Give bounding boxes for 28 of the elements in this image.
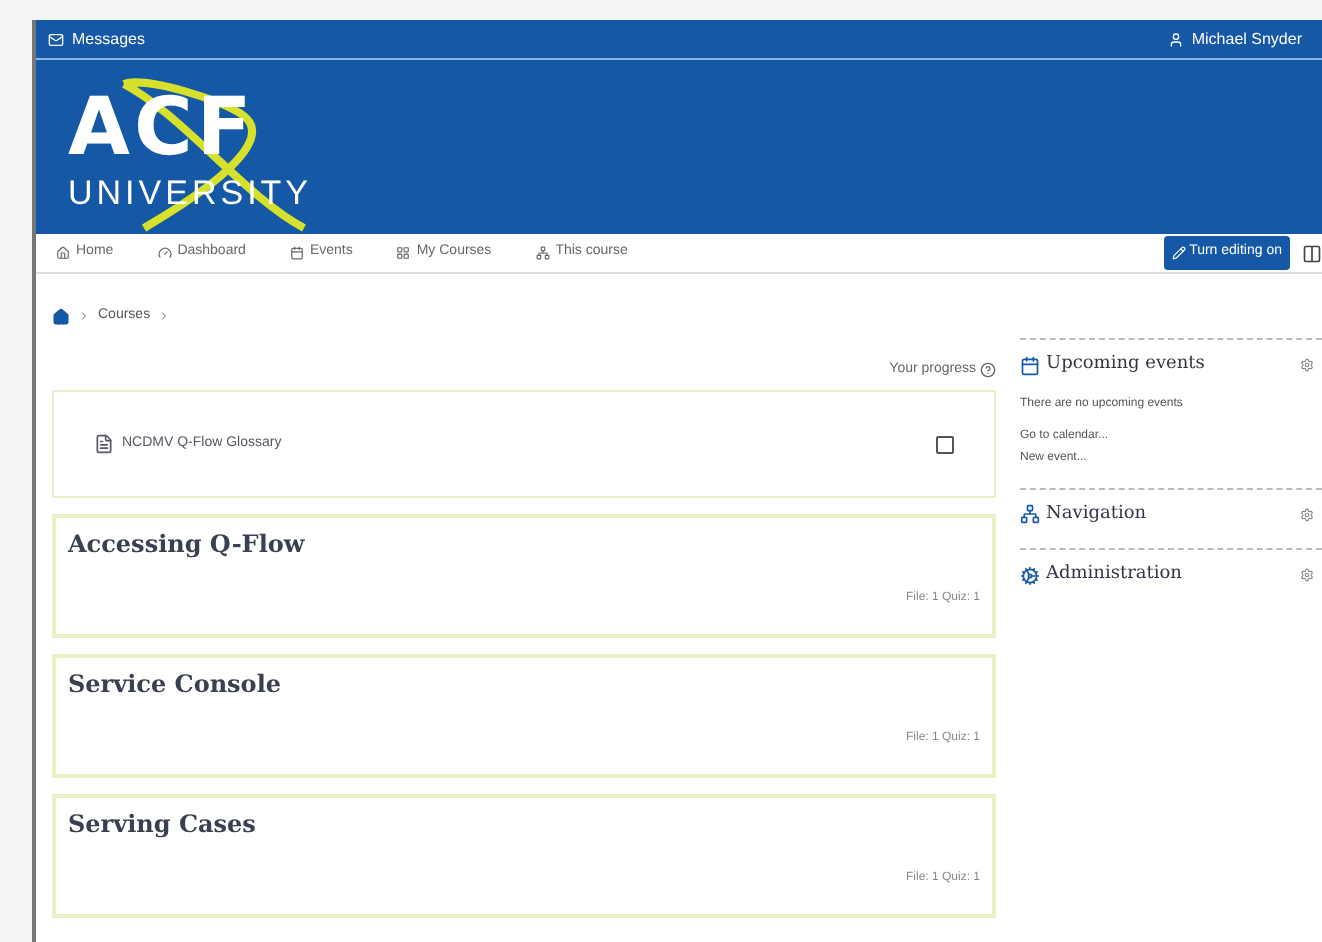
- document-icon: [94, 434, 114, 454]
- settings-icon[interactable]: [1300, 507, 1314, 522]
- settings-icon[interactable]: [1300, 568, 1314, 583]
- envelope-icon: [48, 31, 64, 47]
- settings-icon[interactable]: [1300, 358, 1314, 373]
- sitemap-icon: [1020, 504, 1040, 525]
- chevron-icon: [78, 310, 90, 323]
- help-icon[interactable]: [980, 361, 996, 378]
- user-menu[interactable]: Michael Snyder: [1167, 27, 1310, 51]
- grid-icon: [396, 246, 411, 260]
- house-icon: [56, 246, 70, 260]
- block-title: Navigation: [1020, 501, 1147, 528]
- pencil-icon: [1171, 246, 1186, 260]
- calendar-icon: [289, 246, 304, 260]
- layout-icon[interactable]: [1302, 243, 1322, 263]
- block-title: Upcoming events: [1020, 352, 1205, 379]
- block-title: Administration: [1020, 562, 1182, 589]
- user-icon: [1167, 31, 1184, 47]
- chevron-icon: [158, 310, 171, 323]
- calendar-icon: [1020, 355, 1040, 376]
- section-title[interactable]: Serving Cases: [68, 806, 980, 842]
- section-title[interactable]: Service Console: [68, 666, 980, 702]
- completion-checkbox[interactable]: [936, 435, 954, 453]
- gauge-icon: [157, 246, 172, 260]
- messages-link[interactable]: Messages: [48, 27, 145, 51]
- house-icon[interactable]: [52, 307, 70, 326]
- section-title[interactable]: Accessing Q-Flow: [68, 526, 980, 562]
- sitemap-icon: [535, 246, 550, 260]
